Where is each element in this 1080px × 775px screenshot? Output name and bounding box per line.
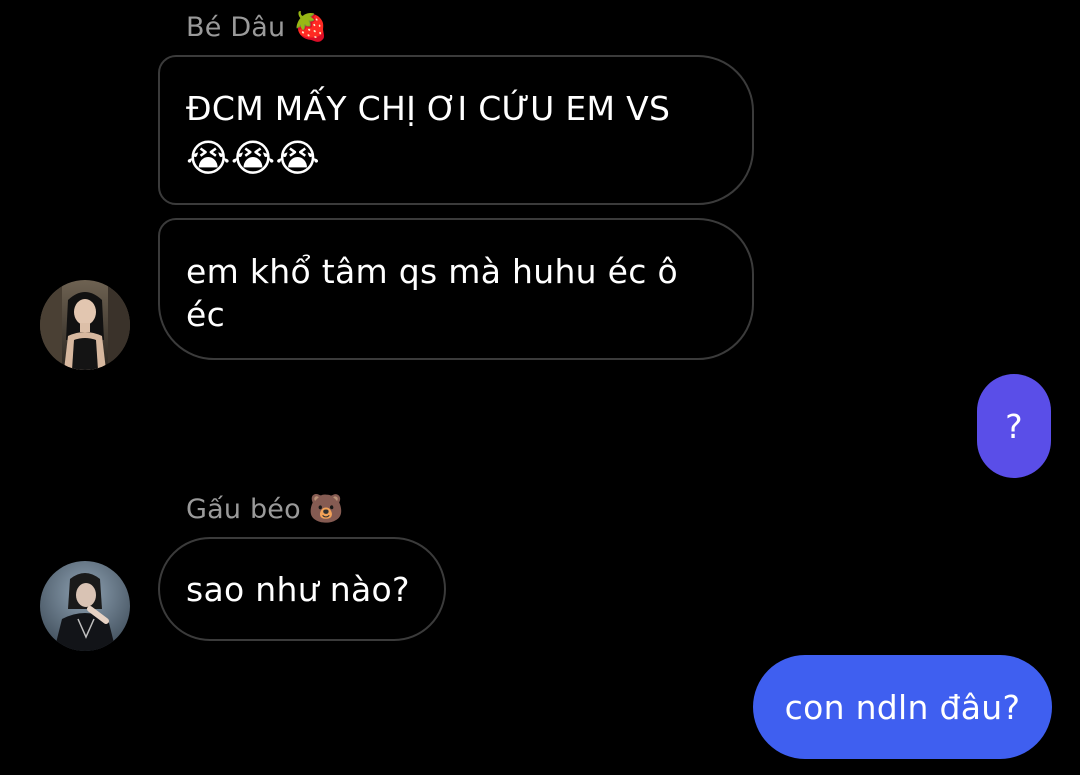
sender-name-label: Gấu béo (186, 493, 301, 525)
avatar-photo-icon (40, 280, 130, 370)
crying-emoji-icons: 😭😭😭 (186, 136, 321, 180)
outgoing-message-bubble[interactable]: con ndln đâu? (753, 655, 1052, 759)
message-text: em khổ tâm qs mà huhu éc ô éc (186, 252, 679, 334)
avatar-be-dau[interactable] (40, 280, 130, 370)
message-text: con ndln đâu? (784, 687, 1021, 727)
message-text: ĐCM MẤY CHỊ ƠI CỨU EM VS (186, 89, 671, 128)
message-text: ? (1005, 406, 1023, 446)
incoming-message-bubble[interactable]: em khổ tâm qs mà huhu éc ô éc (158, 218, 754, 360)
bear-emoji-icon: 🐻 (308, 492, 344, 525)
avatar-photo-icon (40, 561, 130, 651)
sender-name-be-dau: Bé Dâu 🍓 (186, 8, 328, 46)
message-text: sao như nào? (186, 569, 410, 609)
sender-name-label: Bé Dâu (186, 11, 286, 43)
outgoing-message-bubble[interactable]: ? (977, 374, 1051, 478)
avatar-gau-beo[interactable] (40, 561, 130, 651)
strawberry-emoji-icon: 🍓 (293, 10, 329, 43)
chat-thread: Bé Dâu 🍓 ĐCM MẤY CHỊ ƠI CỨU EM VS 😭😭😭 em… (0, 0, 1080, 775)
sender-name-gau-beo: Gấu béo 🐻 (186, 490, 344, 528)
incoming-message-bubble[interactable]: sao như nào? (158, 537, 446, 641)
incoming-message-bubble[interactable]: ĐCM MẤY CHỊ ƠI CỨU EM VS 😭😭😭 (158, 55, 754, 205)
